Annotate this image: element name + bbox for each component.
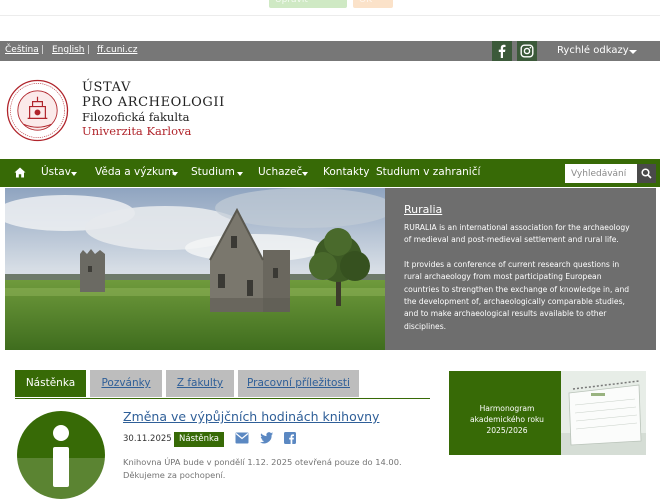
search-icon: [641, 168, 652, 179]
ruralia-panel: Ruralia RURALIA is an international asso…: [385, 188, 656, 350]
faculty-name: Filozofická fakulta: [82, 110, 190, 124]
title-line-1: ÚSTAV: [82, 80, 131, 95]
nav-item-studium-zahranici[interactable]: Studium v zahraničí: [376, 166, 480, 178]
banner-text: Harmonogram akademického roku 2025/2026: [470, 404, 544, 435]
news-excerpt: Knihovna ÚPA bude v pondělí 1.12. 2025 o…: [123, 457, 402, 480]
nav-item-uchazec[interactable]: Uchazeč: [258, 166, 302, 178]
tabs-underline: [15, 398, 430, 399]
cookie-notice: Upravit ukládání OK: [0, 0, 660, 16]
search-input[interactable]: [565, 164, 637, 183]
chevron-down-icon: [172, 172, 178, 176]
instagram-icon[interactable]: [517, 41, 537, 61]
twitter-share-icon[interactable]: [260, 432, 273, 444]
nav-item-veda[interactable]: Věda a výzkum: [95, 166, 175, 178]
lang-english-link[interactable]: English: [52, 45, 85, 55]
ruralia-link[interactable]: Ruralia: [404, 203, 637, 216]
ruralia-description: RURALIA is an international association …: [404, 223, 630, 245]
category-badge[interactable]: Nástěnka: [174, 432, 224, 447]
separator: |: [87, 45, 91, 55]
title-line-2: PRO ARCHEOLOGII: [82, 95, 225, 110]
faculty-site-link[interactable]: ff.cuni.cz: [97, 45, 137, 55]
chevron-down-icon: [629, 50, 637, 54]
nav-item-ustav[interactable]: Ústav: [41, 166, 71, 178]
separator: |: [41, 45, 45, 55]
utility-bar: Čeština | English | ff.cuni.cz Rychlé od…: [0, 41, 660, 61]
search-button[interactable]: [637, 164, 656, 183]
calendar-image: [561, 371, 646, 455]
tab-nastenka[interactable]: Nástěnka: [15, 370, 86, 397]
home-icon[interactable]: [14, 167, 26, 178]
tab-pracovni-prilezitosti[interactable]: Pracovní příležitosti: [238, 370, 359, 397]
harmonogram-banner[interactable]: Harmonogram akademického roku 2025/2026: [449, 371, 646, 455]
hero-image: [5, 188, 385, 350]
ruralia-description-2: It provides a conference of current rese…: [404, 259, 630, 331]
nav-item-studium[interactable]: Studium: [191, 166, 235, 178]
university-name: Univerzita Karlova: [82, 124, 192, 138]
tab-pozvanky[interactable]: Pozvánky: [90, 370, 162, 397]
divider: [0, 15, 660, 16]
chevron-down-icon: [71, 172, 77, 176]
tab-z-fakulty[interactable]: Z fakulty: [166, 370, 234, 397]
facebook-share-icon[interactable]: [284, 432, 296, 444]
main-navigation: Ústav Věda a výzkum Studium Uchazeč Kont…: [0, 159, 660, 187]
info-icon: [17, 411, 105, 499]
email-share-icon[interactable]: [235, 432, 249, 444]
cookie-ok-button[interactable]: OK: [353, 0, 393, 8]
news-title-link[interactable]: Změna ve výpůjčních hodinách knihovny: [123, 409, 379, 424]
nav-item-kontakty[interactable]: Kontakty: [323, 166, 369, 178]
lang-czech-link[interactable]: Čeština: [5, 45, 39, 55]
university-seal-logo[interactable]: [6, 79, 69, 142]
chevron-down-icon: [302, 172, 308, 176]
chevron-down-icon: [237, 172, 243, 176]
cookie-settings-button[interactable]: Upravit ukládání: [269, 0, 347, 8]
institute-title[interactable]: ÚSTAV PRO ARCHEOLOGII Filozofická fakult…: [82, 80, 225, 138]
news-date: 30.11.2025: [123, 434, 172, 444]
quick-links-menu[interactable]: Rychlé odkazy: [557, 45, 629, 56]
facebook-icon[interactable]: [492, 41, 512, 61]
